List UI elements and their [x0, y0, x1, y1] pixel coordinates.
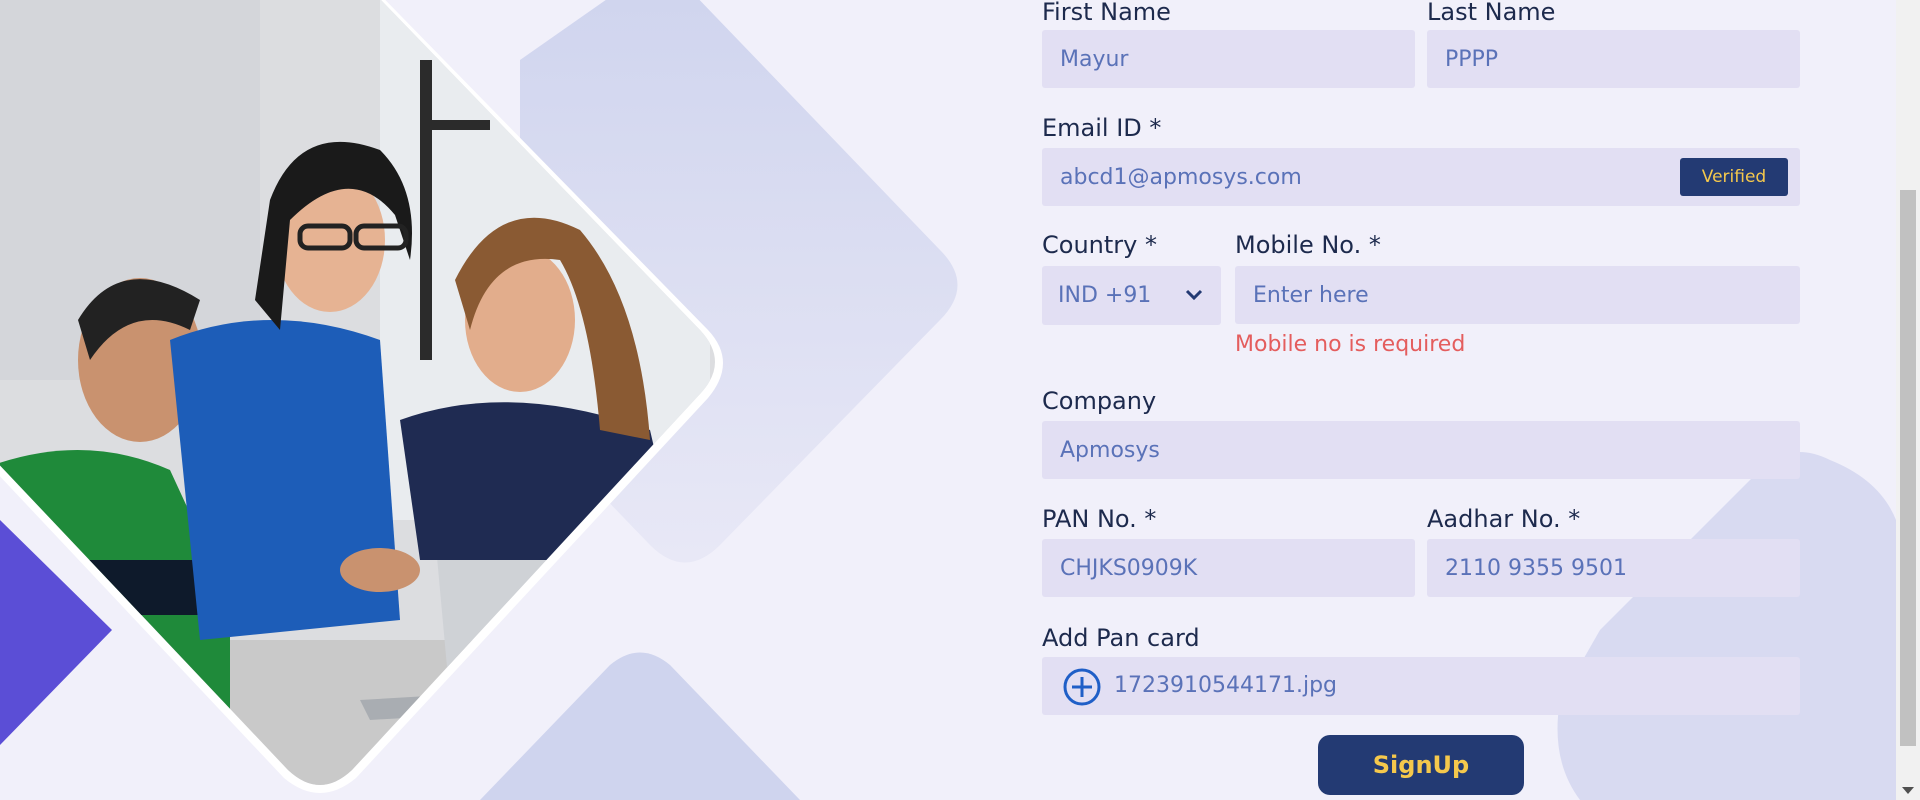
email-label: Email ID *: [1042, 114, 1162, 142]
last-name-input[interactable]: PPPP: [1427, 30, 1800, 88]
mobile-error-text: Mobile no is required: [1235, 332, 1466, 357]
aadhar-label: Aadhar No. *: [1427, 505, 1581, 533]
mobile-input[interactable]: Enter here: [1235, 266, 1800, 324]
plus-circle-icon[interactable]: [1062, 667, 1102, 707]
pan-card-upload[interactable]: 1723910544171.jpg: [1042, 657, 1800, 715]
pan-input[interactable]: CHJKS0909K: [1042, 539, 1415, 597]
first-name-label: First Name: [1042, 0, 1171, 26]
scrollbar[interactable]: [1896, 0, 1920, 800]
company-input[interactable]: Apmosys: [1042, 421, 1800, 479]
signup-button[interactable]: SignUp: [1318, 735, 1524, 795]
verified-badge: Verified: [1680, 158, 1788, 196]
aadhar-input[interactable]: 2110 9355 9501: [1427, 539, 1800, 597]
pan-card-label: Add Pan card: [1042, 624, 1200, 652]
country-select[interactable]: IND +91: [1042, 266, 1221, 325]
company-label: Company: [1042, 387, 1157, 415]
chevron-down-icon: [1185, 289, 1203, 301]
pan-label: PAN No. *: [1042, 505, 1157, 533]
last-name-label: Last Name: [1427, 0, 1556, 26]
country-label: Country *: [1042, 231, 1157, 259]
scrollbar-thumb[interactable]: [1900, 190, 1916, 746]
signup-form: First Name Mayur Last Name PPPP Email ID…: [0, 0, 1920, 800]
scroll-down-arrow-icon[interactable]: [1902, 787, 1914, 794]
country-select-value: IND +91: [1058, 283, 1152, 308]
first-name-input[interactable]: Mayur: [1042, 30, 1415, 88]
mobile-label: Mobile No. *: [1235, 231, 1381, 259]
pan-card-file-name: 1723910544171.jpg: [1114, 673, 1337, 698]
